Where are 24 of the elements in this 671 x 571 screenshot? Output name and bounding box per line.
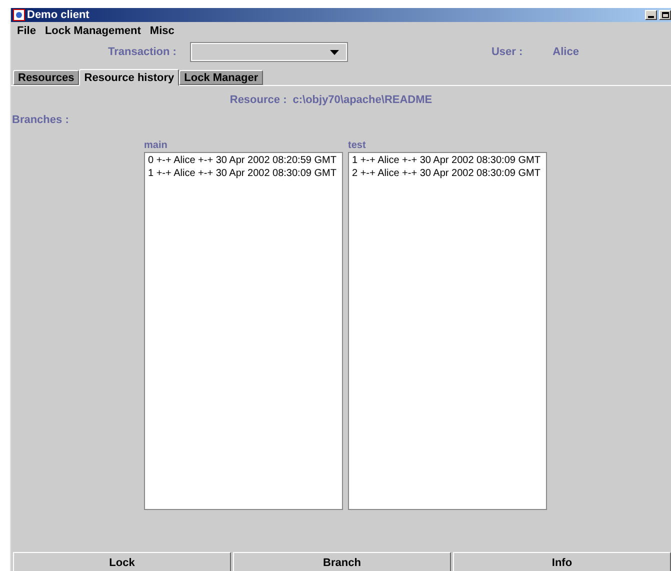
action-button[interactable]: Lock [13,552,231,571]
menu-item[interactable]: File [17,25,36,37]
history-list[interactable]: 1 +-+ Alice +-+ 30 Apr 2002 08:30:09 GMT 2 +-+ Alice +-+ 30 Apr 2002 08:30:09 GMT [348,152,547,510]
action-button[interactable]: Info [453,552,671,571]
resource-label: Resource : [230,94,287,106]
transaction-label: Transaction : [108,46,176,58]
branches-label: Branches : [12,114,70,126]
branch-name: test [348,140,367,151]
user-label: User : [491,46,523,58]
history-entry[interactable]: 1 +-+ Alice +-+ 30 Apr 2002 08:30:09 GMT [148,168,339,179]
tab[interactable]: Resource history [79,69,180,86]
window-title: Demo client [27,9,90,21]
resource-path: c:\objy70\apache\README [292,94,432,106]
menu-item[interactable]: Misc [150,25,174,37]
history-list[interactable]: 0 +-+ Alice +-+ 30 Apr 2002 08:20:59 GMT 1 +-+ Alice +-+ 30 Apr 2002 08:30:09 GMT [144,152,343,510]
menu-item[interactable]: Lock Management [44,25,141,37]
action-button[interactable]: Branch [233,552,451,571]
history-entry[interactable]: 1 +-+ Alice +-+ 30 Apr 2002 08:30:09 GMT [352,155,543,166]
user-name: Alice [552,46,579,58]
history-entry[interactable]: 2 +-+ Alice +-+ 30 Apr 2002 08:30:09 GMT [352,168,543,179]
branch-name: main [144,140,168,151]
tab[interactable]: Lock Manager [179,70,264,85]
history-entry[interactable]: 0 +-+ Alice +-+ 30 Apr 2002 08:20:59 GMT [148,155,339,166]
tab[interactable]: Resources [13,70,80,85]
